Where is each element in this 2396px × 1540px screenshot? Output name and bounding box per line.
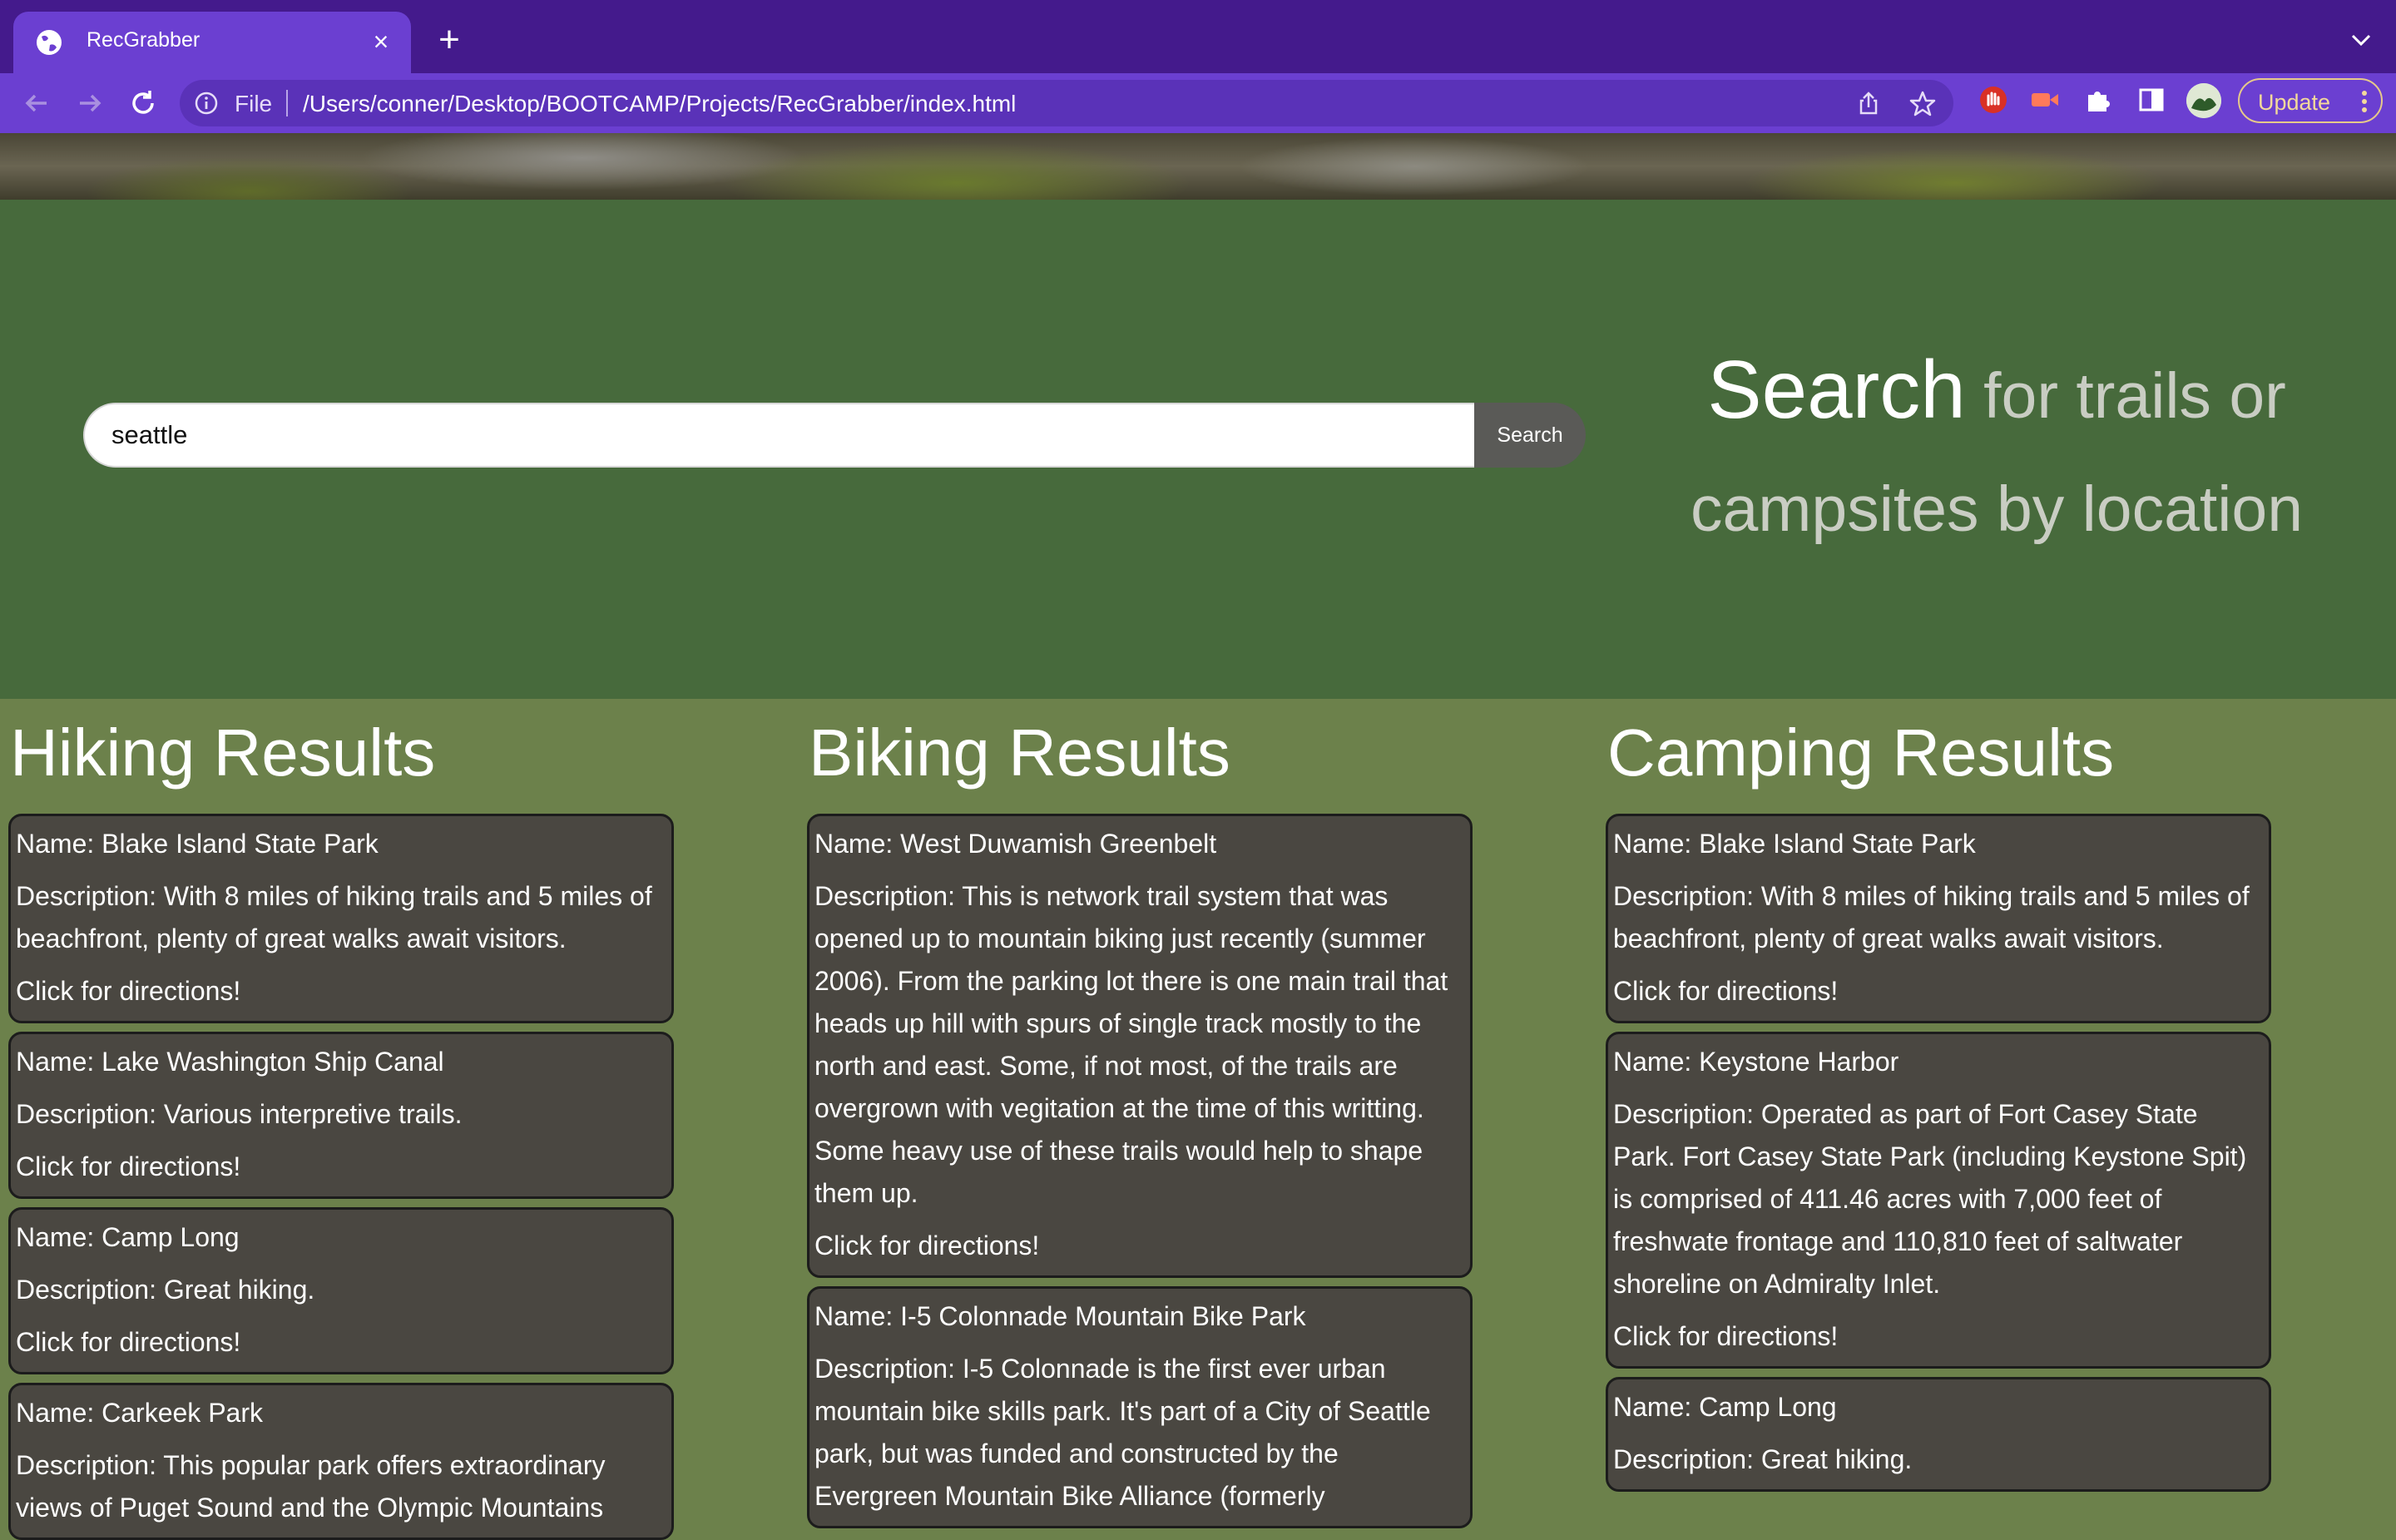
result-card[interactable]: Name: Camp Long Description: Great hikin… xyxy=(1606,1377,2271,1492)
result-description: Description: Great hiking. xyxy=(16,1275,315,1305)
result-description: Description: Operated as part of Fort Ca… xyxy=(1613,1099,2247,1299)
result-name: Name: Blake Island State Park xyxy=(16,829,379,859)
reload-icon[interactable] xyxy=(125,85,161,121)
result-card[interactable]: Name: Blake Island State Park Descriptio… xyxy=(8,814,674,1023)
video-extension-icon[interactable] xyxy=(2028,83,2062,116)
result-description: Description: This is network trail syste… xyxy=(814,881,1448,1208)
result-name: Name: I-5 Colonnade Mountain Bike Park xyxy=(814,1301,1306,1331)
globe-icon xyxy=(37,30,62,55)
search-input[interactable] xyxy=(83,403,1476,468)
result-name: Name: Camp Long xyxy=(1613,1392,1837,1422)
search-section: Search Search for trails or campsites by… xyxy=(0,200,2396,699)
directions-link[interactable]: Click for directions! xyxy=(1613,1315,2264,1358)
result-card[interactable]: Name: Keystone Harbor Description: Opera… xyxy=(1606,1032,2271,1369)
new-tab-icon[interactable]: + xyxy=(433,22,466,58)
directions-link[interactable]: Click for directions! xyxy=(16,1146,666,1188)
result-description: Description: With 8 miles of hiking trai… xyxy=(1613,881,2250,953)
tab-search-chevron-icon[interactable] xyxy=(2346,25,2376,55)
hand-extension-icon[interactable] xyxy=(1977,83,2010,116)
info-icon[interactable] xyxy=(193,90,220,116)
result-description: Description: Various interpretive trails… xyxy=(16,1099,463,1129)
biking-results-column: Biking Results Name: West Duwamish Green… xyxy=(807,716,1473,1528)
directions-link[interactable]: Click for directions! xyxy=(16,970,666,1013)
directions-link[interactable]: Click for directions! xyxy=(1613,970,2264,1013)
tab-title: RecGrabber xyxy=(87,28,200,52)
result-description: Description: With 8 miles of hiking trai… xyxy=(16,881,652,953)
browser-tab-strip: RecGrabber × + xyxy=(0,0,2396,73)
update-button[interactable]: Update xyxy=(2238,78,2383,123)
result-description: Description: I-5 Colonnade is the first … xyxy=(814,1354,1431,1511)
result-name: Name: West Duwamish Greenbelt xyxy=(814,829,1217,859)
search-tagline: Search for trails or campsites by locati… xyxy=(1656,333,2338,566)
result-name: Name: Carkeek Park xyxy=(16,1398,263,1428)
avatar-icon xyxy=(2186,83,2221,118)
bookmark-star-icon[interactable] xyxy=(1908,90,1937,118)
forward-arrow-icon[interactable] xyxy=(72,85,108,121)
result-name: Name: Blake Island State Park xyxy=(1613,829,1976,859)
browser-tab[interactable]: RecGrabber × xyxy=(13,12,411,73)
update-label: Update xyxy=(2258,90,2331,115)
back-arrow-icon[interactable] xyxy=(18,85,55,121)
result-card[interactable]: Name: Carkeek Park Description: This pop… xyxy=(8,1383,674,1540)
address-bar[interactable]: File /Users/conner/Desktop/BOOTCAMP/Proj… xyxy=(180,80,1953,126)
header-banner-image xyxy=(0,133,2396,200)
address-divider xyxy=(286,90,288,116)
biking-results-heading: Biking Results xyxy=(809,716,1230,790)
camping-results-column: Camping Results Name: Blake Island State… xyxy=(1606,716,2271,1492)
hiking-results-column: Hiking Results Name: Blake Island State … xyxy=(8,716,674,1540)
result-card[interactable]: Name: Camp Long Description: Great hikin… xyxy=(8,1207,674,1374)
result-card[interactable]: Name: West Duwamish Greenbelt Descriptio… xyxy=(807,814,1473,1278)
side-panel-icon[interactable] xyxy=(2135,83,2168,116)
profile-avatar[interactable] xyxy=(2186,83,2221,118)
result-name: Name: Keystone Harbor xyxy=(1613,1047,1899,1077)
puzzle-extensions-icon[interactable] xyxy=(2082,83,2115,116)
tagline-search-word: Search xyxy=(1707,344,1966,435)
more-vertical-icon[interactable] xyxy=(2359,87,2369,116)
directions-link[interactable]: Click for directions! xyxy=(814,1225,1465,1267)
result-description: Description: This popular park offers ex… xyxy=(16,1450,606,1523)
result-card[interactable]: Name: Blake Island State Park Descriptio… xyxy=(1606,814,2271,1023)
result-card[interactable]: Name: Lake Washington Ship Canal Descrip… xyxy=(8,1032,674,1199)
result-description: Description: Great hiking. xyxy=(1613,1444,1913,1474)
search-button[interactable]: Search xyxy=(1474,403,1586,468)
scheme-label: File xyxy=(235,91,273,116)
result-name: Name: Lake Washington Ship Canal xyxy=(16,1047,444,1077)
directions-link[interactable]: Click for directions! xyxy=(16,1321,666,1364)
result-name: Name: Camp Long xyxy=(16,1222,240,1252)
url-text[interactable]: /Users/conner/Desktop/BOOTCAMP/Projects/… xyxy=(303,91,1016,117)
close-tab-icon[interactable]: × xyxy=(366,27,396,57)
result-card[interactable]: Name: I-5 Colonnade Mountain Bike Park D… xyxy=(807,1286,1473,1528)
share-icon[interactable] xyxy=(1855,90,1882,116)
camping-results-heading: Camping Results xyxy=(1607,716,2115,790)
hiking-results-heading: Hiking Results xyxy=(10,716,436,790)
